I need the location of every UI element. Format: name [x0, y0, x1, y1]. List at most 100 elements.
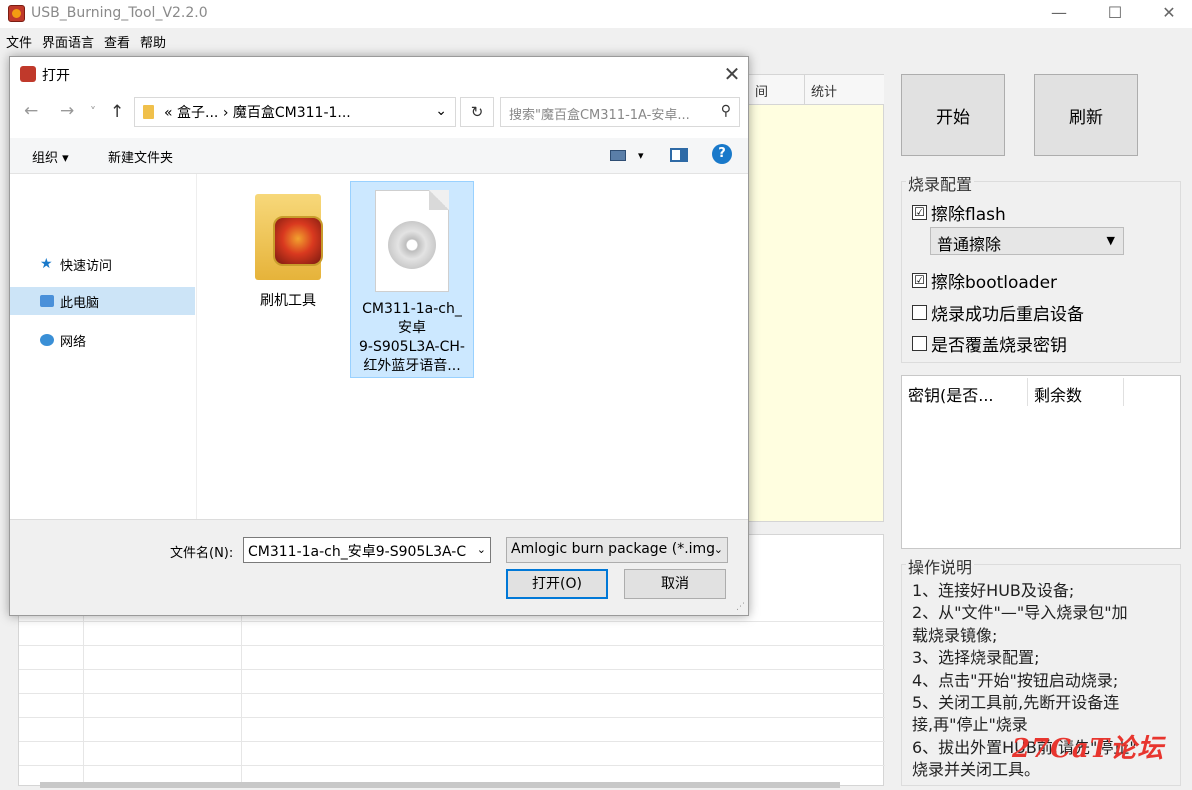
horizontal-scrollbar[interactable]: [40, 782, 840, 788]
file-type-value: Amlogic burn package (*.img: [511, 541, 716, 557]
site-watermark: 27CaT论坛: [1012, 734, 1165, 764]
open-button[interactable]: 打开(O): [506, 569, 608, 599]
file-type-select[interactable]: Amlogic burn package (*.img ⌄: [506, 537, 728, 563]
network-icon: [40, 334, 54, 346]
new-folder-button[interactable]: 新建文件夹: [108, 147, 173, 166]
chevron-down-icon[interactable]: ⌄: [435, 103, 447, 119]
overwrite-key-label: 是否覆盖烧录密钥: [931, 336, 1067, 356]
burn-config-title: 烧录配置: [906, 171, 975, 195]
app-title: USB_Burning_Tool_V2.2.0: [31, 5, 208, 21]
view-options-chevron-icon[interactable]: ▾: [638, 149, 644, 162]
recent-locations-icon[interactable]: ˅: [90, 105, 96, 119]
forward-arrow-icon[interactable]: →: [60, 101, 74, 121]
erase-bootloader-checkbox[interactable]: ☑: [912, 273, 927, 288]
erase-flash-label: 擦除flash: [931, 205, 1006, 225]
file-name-line: 安卓: [398, 320, 426, 336]
instruction-line: 4、点击"开始"按钮启动烧录;: [912, 670, 1119, 690]
filename-label: 文件名(N):: [170, 546, 234, 561]
erase-flash-option[interactable]: ☑ 擦除flash: [912, 200, 1006, 225]
menu-file[interactable]: 文件: [6, 30, 32, 52]
address-path: « 盒子... › 魔百盒CM311-1...: [164, 105, 351, 121]
view-mode-icon[interactable]: [610, 150, 626, 161]
log-row-divider: [19, 741, 885, 742]
log-row-divider: [19, 717, 885, 718]
search-input[interactable]: 搜索"魔百盒CM311-1A-安卓... ⚲: [500, 97, 740, 127]
help-icon[interactable]: ?: [712, 144, 732, 164]
menu-help[interactable]: 帮助: [140, 30, 166, 52]
close-button[interactable]: ✕: [1146, 2, 1192, 26]
overwrite-key-checkbox[interactable]: [912, 336, 927, 351]
log-row-divider: [19, 669, 885, 670]
nav-item-network[interactable]: 网络: [10, 326, 195, 354]
log-row-divider: [19, 621, 885, 622]
remaining-column-header[interactable]: 剩余数: [1028, 378, 1124, 406]
folder-item[interactable]: 刷机工具: [226, 182, 350, 332]
instruction-line: 3、选择烧录配置;: [912, 648, 1040, 668]
preview-pane-icon[interactable]: [670, 148, 688, 162]
cancel-button[interactable]: 取消: [624, 569, 726, 599]
folder-icon: [143, 105, 154, 119]
menu-view[interactable]: 查看: [104, 30, 130, 52]
burning-tool-logo-icon: [273, 216, 323, 266]
nav-item-label: 网络: [60, 334, 87, 350]
instruction-line: 载烧录镜像;: [912, 625, 998, 645]
file-name-line: 红外蓝牙语音...: [363, 358, 461, 374]
filename-value: CM311-1a-ch_安卓9-S905L3A-C: [248, 544, 467, 560]
log-row-divider: [19, 693, 885, 694]
image-file-item[interactable]: CM311-1a-ch_ 安卓 9-S905L3A-CH- 红外蓝牙语音...: [350, 181, 474, 378]
overwrite-key-option[interactable]: 是否覆盖烧录密钥: [912, 331, 1067, 356]
app-icon: [8, 5, 25, 22]
key-column-header[interactable]: 密钥(是否...: [902, 378, 1028, 406]
column-header[interactable]: 间: [748, 75, 804, 105]
refresh-button[interactable]: 刷新: [1034, 74, 1138, 156]
folder-icon: [253, 194, 323, 280]
file-name: CM311-1a-ch_ 安卓 9-S905L3A-CH- 红外蓝牙语音...: [351, 300, 473, 376]
start-button[interactable]: 开始: [901, 74, 1005, 156]
reboot-checkbox[interactable]: [912, 305, 927, 320]
minimize-button[interactable]: —: [1036, 2, 1082, 26]
dialog-toolbar: 组织 ▾ 新建文件夹 ▾: [10, 138, 748, 174]
instructions-title: 操作说明: [906, 554, 975, 578]
maximize-button[interactable]: ☐: [1092, 2, 1138, 26]
disc-icon: [388, 221, 436, 269]
menu-bar: 文件 界面语言 查看 帮助: [0, 30, 166, 52]
instruction-line: 2、从"文件"—"导入烧录包"加: [912, 603, 1128, 623]
dialog-app-icon: [20, 66, 36, 82]
erase-flash-checkbox[interactable]: ☑: [912, 205, 927, 220]
file-name: 刷机工具: [260, 293, 316, 309]
column-header-stats[interactable]: 统计: [804, 75, 884, 105]
organize-button[interactable]: 组织 ▾: [32, 147, 69, 166]
erase-bootloader-option[interactable]: ☑ 擦除bootloader: [912, 268, 1057, 293]
nav-item-label: 此电脑: [60, 295, 100, 311]
erase-mode-select[interactable]: 普通擦除 ▼: [930, 227, 1124, 255]
menu-language[interactable]: 界面语言: [42, 30, 94, 52]
erase-mode-value: 普通擦除: [937, 235, 1002, 254]
disc-image-file-icon: [375, 190, 449, 292]
erase-bootloader-label: 擦除bootloader: [931, 273, 1058, 293]
log-row-divider: [19, 765, 885, 766]
chevron-down-icon[interactable]: ⌄: [476, 543, 486, 556]
address-bar[interactable]: « 盒子... › 魔百盒CM311-1... ⌄: [134, 97, 456, 127]
computer-icon: [40, 295, 54, 307]
search-placeholder: 搜索"魔百盒CM311-1A-安卓...: [509, 108, 690, 123]
back-arrow-icon[interactable]: ←: [24, 101, 38, 121]
refresh-icon[interactable]: ↻: [460, 97, 494, 127]
resize-grip-icon[interactable]: ⋰: [736, 602, 745, 612]
log-row-divider: [19, 645, 885, 646]
star-icon: ★: [40, 256, 53, 272]
nav-item-quick-access[interactable]: ★ 快速访问: [10, 250, 195, 278]
reboot-option[interactable]: 烧录成功后重启设备: [912, 300, 1084, 325]
nav-item-label: 快速访问: [60, 258, 113, 274]
filename-input[interactable]: CM311-1a-ch_安卓9-S905L3A-C ⌄: [243, 537, 491, 563]
chevron-down-icon[interactable]: ⌄: [713, 543, 723, 556]
file-list: 刷机工具 CM311-1a-ch_ 安卓 9-S905L3A-CH- 红外蓝牙语…: [198, 174, 748, 519]
dialog-close-button[interactable]: ✕: [718, 60, 746, 88]
nav-item-this-pc[interactable]: 此电脑: [10, 287, 195, 315]
navigation-pane: ★ 快速访问 此电脑 网络: [10, 174, 197, 519]
key-table[interactable]: 密钥(是否... 剩余数: [901, 375, 1181, 549]
search-icon: ⚲: [720, 103, 731, 119]
reboot-label: 烧录成功后重启设备: [931, 305, 1084, 325]
page-fold: [429, 190, 449, 210]
dialog-title: 打开: [42, 68, 70, 84]
up-arrow-icon[interactable]: ↑: [110, 102, 124, 122]
